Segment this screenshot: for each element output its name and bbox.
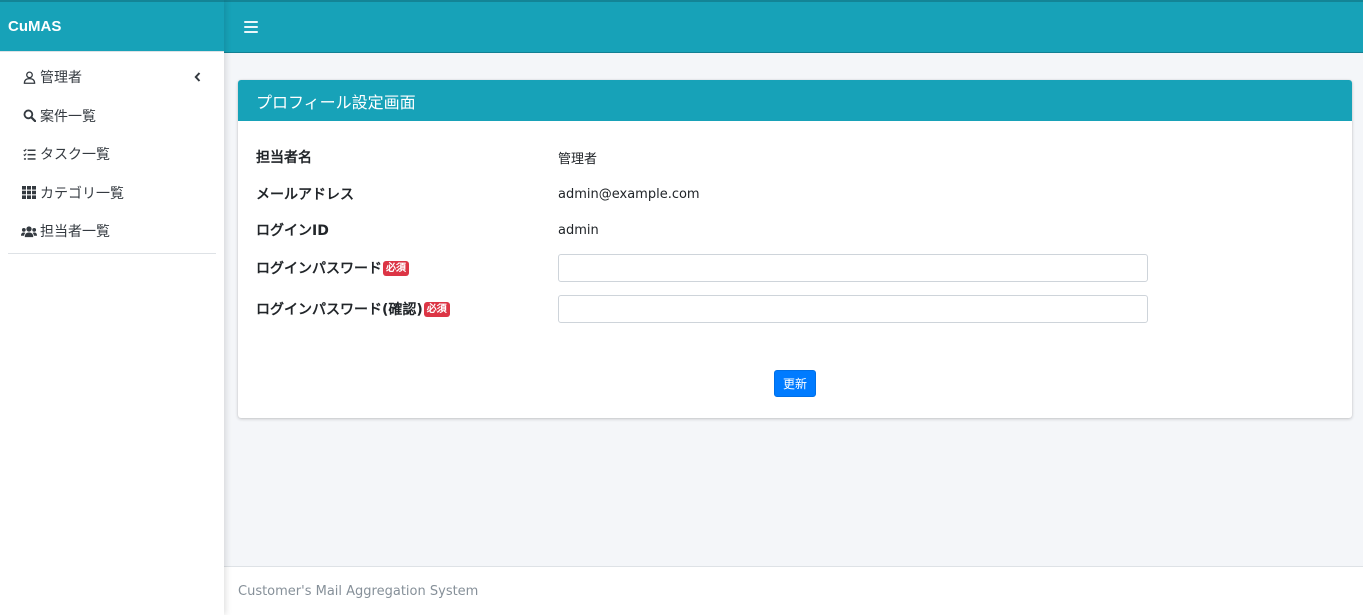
sidebar-item-label: タスク一覧 — [40, 147, 110, 164]
password-input[interactable] — [558, 254, 1148, 282]
login-id-value: admin — [558, 222, 599, 238]
sidebar-item-categories[interactable]: カテゴリ一覧 — [8, 174, 216, 213]
assignee-name-label: 担当者名 — [256, 147, 558, 167]
task-list-icon — [21, 146, 37, 162]
sidebar: CuMAS 管理者 案件一覧 タスク一覧 カテゴリ一覧 担当者一覧 — [0, 0, 224, 615]
card-title: プロフィール設定画面 — [238, 80, 1352, 121]
password-label-text: ログインパスワード — [256, 261, 382, 277]
grid-icon — [21, 185, 37, 201]
password-confirm-label: ログインパスワード(確認) 必須 — [256, 299, 558, 319]
assignee-name-value: 管理者 — [558, 151, 598, 167]
sidebar-item-label: 担当者一覧 — [40, 224, 110, 241]
footer: Customer's Mail Aggregation System — [224, 566, 1363, 615]
email-label: メールアドレス — [256, 184, 558, 204]
row-password: ログインパスワード 必須 — [256, 254, 1148, 282]
row-password-confirm: ログインパスワード(確認) 必須 — [256, 295, 1148, 323]
sidebar-divider — [8, 252, 216, 254]
password-confirm-input[interactable] — [558, 295, 1148, 323]
assignee-name-label-text: 担当者名 — [256, 150, 312, 166]
top-navbar — [224, 0, 1363, 53]
email-value: admin@example.com — [558, 186, 700, 202]
brand-logo[interactable]: CuMAS — [0, 0, 224, 52]
row-assignee-name: 担当者名 管理者 — [256, 147, 597, 167]
profile-settings-card: プロフィール設定画面 担当者名 管理者 メールアドレス admin@exampl… — [238, 80, 1352, 418]
row-email: メールアドレス admin@example.com — [256, 184, 700, 204]
user-icon — [21, 69, 37, 85]
login-id-label-text: ログインID — [256, 223, 329, 239]
users-icon — [21, 223, 37, 239]
chevron-left-icon[interactable] — [192, 71, 202, 83]
footer-text: Customer's Mail Aggregation System — [238, 583, 479, 599]
sidebar-nav: 管理者 案件一覧 タスク一覧 カテゴリ一覧 担当者一覧 — [0, 52, 224, 251]
sidebar-item-label: 案件一覧 — [40, 108, 96, 125]
sidebar-item-tasks[interactable]: タスク一覧 — [8, 135, 216, 174]
search-icon — [21, 108, 37, 124]
sidebar-item-admin[interactable]: 管理者 — [8, 58, 216, 97]
sidebar-item-label: カテゴリ一覧 — [40, 185, 124, 202]
email-label-text: メールアドレス — [256, 187, 354, 203]
required-badge: 必須 — [423, 301, 450, 317]
row-login-id: ログインID admin — [256, 220, 599, 240]
sidebar-item-assignees[interactable]: 担当者一覧 — [8, 212, 216, 251]
sidebar-item-label: 管理者 — [40, 70, 82, 87]
required-badge: 必須 — [383, 260, 409, 276]
update-button[interactable]: 更新 — [774, 370, 817, 397]
password-confirm-label-text: ログインパスワード(確認) — [256, 302, 423, 318]
password-label: ログインパスワード 必須 — [256, 258, 558, 278]
login-id-label: ログインID — [256, 220, 558, 240]
sidebar-item-cases[interactable]: 案件一覧 — [8, 97, 216, 136]
hamburger-icon[interactable] — [244, 20, 258, 34]
